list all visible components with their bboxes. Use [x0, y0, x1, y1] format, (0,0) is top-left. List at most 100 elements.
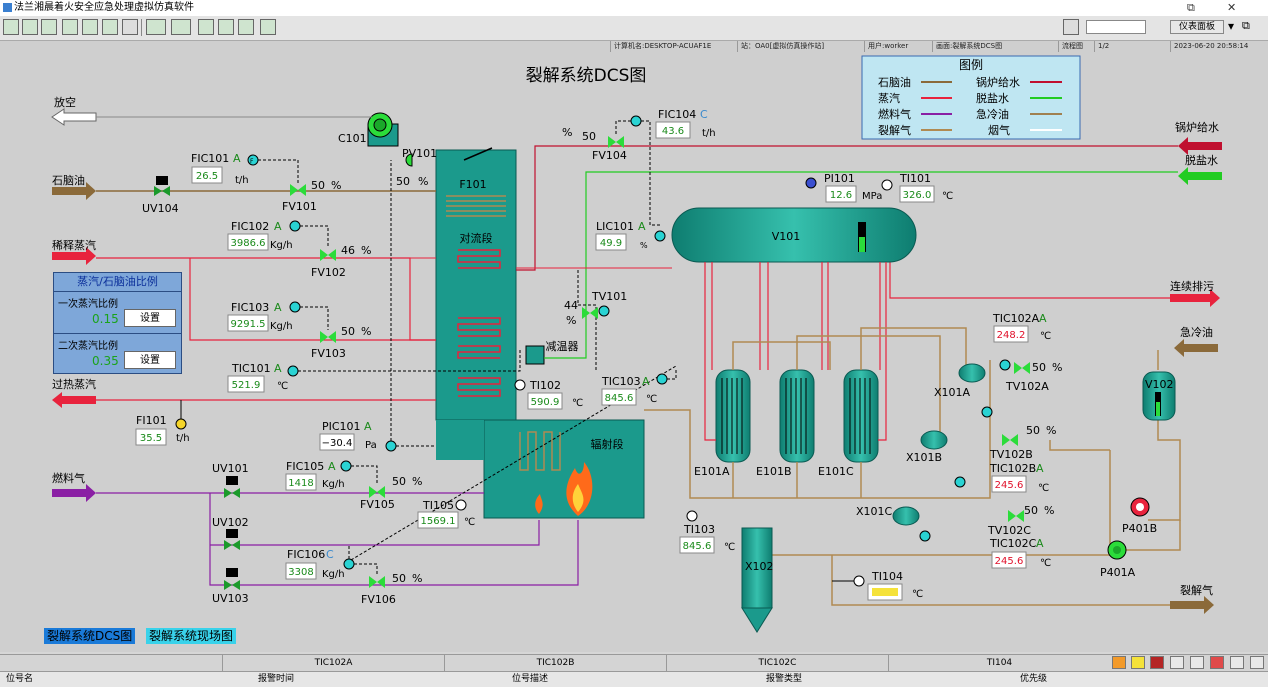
valve-uv102[interactable]: [224, 540, 240, 550]
ti103-block[interactable]: TI103 845.6 ℃: [679, 510, 735, 554]
report-icon-2[interactable]: [1210, 656, 1224, 669]
fan-c101[interactable]: C101: [338, 112, 399, 147]
bfw-inlet: 锅炉给水: [1175, 121, 1222, 155]
fic102-block[interactable]: FIC102 A 3986.6 Kg/h FV102 46 %: [227, 220, 371, 279]
trash-icon[interactable]: [122, 19, 138, 35]
nav-field-button[interactable]: 裂解系统现场图: [146, 628, 237, 644]
window-icon[interactable]: ⧉: [1242, 19, 1258, 35]
nav-dcs-button[interactable]: 裂解系统DCS图: [44, 628, 136, 644]
secondary-ratio-set-button[interactable]: 设置: [124, 351, 176, 369]
e101b-label: E101B: [756, 465, 792, 478]
tic102b-block[interactable]: TIC102B A 245.6 ℃ TV102B 50 %: [954, 424, 1056, 494]
ti105-block[interactable]: TI105 1569.1 ℃: [417, 499, 475, 529]
grid-icon[interactable]: [22, 19, 38, 35]
alarm-tag-3[interactable]: TIC102C: [666, 655, 888, 671]
alarm-tag-2[interactable]: TIC102B: [444, 655, 666, 671]
svg-text:50: 50: [392, 475, 406, 488]
vessel-v102[interactable]: V102: [1142, 371, 1176, 421]
alarm-bell-icon[interactable]: [1112, 656, 1126, 669]
alarm-list-icon[interactable]: [1150, 656, 1164, 669]
svg-text:%: %: [566, 314, 576, 327]
status-screen: 画面:裂解系统DCS图: [936, 42, 1003, 50]
valve-uv103[interactable]: [224, 580, 240, 590]
list-icon[interactable]: [41, 19, 57, 35]
close-icon[interactable]: ✕: [1227, 0, 1236, 16]
primary-ratio-set-button[interactable]: 设置: [124, 309, 176, 327]
fan-label: C101: [338, 132, 367, 145]
ti101-block[interactable]: TI101 326.0 ℃: [881, 172, 953, 203]
svg-text:FV102: FV102: [311, 266, 346, 279]
valve-uv104[interactable]: [154, 186, 170, 196]
svg-text:%: %: [361, 325, 371, 338]
fi101-block[interactable]: FI101 35.5 t/h: [135, 400, 190, 446]
svg-text:26.5: 26.5: [196, 171, 218, 182]
exchanger-e101a[interactable]: E101A: [694, 369, 751, 478]
forward-arrow-icon[interactable]: [171, 19, 191, 35]
status-user: 用户:worker: [868, 42, 909, 50]
instrument-panel-dropdown[interactable]: 仪表面板: [1170, 20, 1224, 34]
tic103-block[interactable]: TIC103 A 845.6 ℃: [601, 370, 677, 406]
restore-icon[interactable]: ⧉: [1187, 0, 1195, 16]
svg-text:℃: ℃: [1040, 331, 1051, 342]
fic101-block[interactable]: FIC101 A 26.5 t/h F FV101 50 %: [191, 152, 341, 213]
alarm-tag-4[interactable]: TI104: [888, 655, 1110, 671]
hmi-canvas: 裂解系统DCS图 图例 石脑油 锅炉给水 蒸汽 脱盐水 燃料气 急冷油 裂解气 …: [0, 52, 1268, 652]
page-next-icon[interactable]: [218, 19, 234, 35]
valve-uv101[interactable]: [224, 488, 240, 498]
ti102-block[interactable]: TI102 590.9 ℃: [514, 379, 583, 410]
pi101-block[interactable]: PI101 12.6 MPa: [805, 172, 882, 203]
fic103-block[interactable]: FIC103 A 9291.5 Kg/h FV103 50 %: [227, 301, 371, 360]
svg-text:A: A: [1036, 537, 1044, 550]
fuel-gas-label: 燃料气: [52, 471, 85, 485]
home-icon[interactable]: [3, 19, 19, 35]
svg-text:FIC104: FIC104: [658, 108, 696, 121]
fuel-gas-inlet: 燃料气: [52, 471, 96, 502]
alarm-tag-1[interactable]: TIC102A: [222, 655, 444, 671]
grid-view-icon[interactable]: [1230, 656, 1244, 669]
svg-text:℃: ℃: [1038, 483, 1049, 494]
tic102a-block[interactable]: TIC102A A 248.2 ℃ TV102A 50 %: [981, 312, 1062, 418]
bfw-label: 锅炉给水: [1175, 121, 1219, 134]
fic104-block[interactable]: FIC104 C 43.6 t/h FV104 50 %: [562, 108, 716, 226]
chart-icon[interactable]: [62, 19, 78, 35]
x102[interactable]: X102: [741, 527, 774, 633]
x101b[interactable]: [920, 430, 948, 450]
pic101-block[interactable]: PIC101 A −30.4 Pa: [319, 160, 436, 452]
printer-icon[interactable]: [1063, 19, 1079, 35]
settings-icon[interactable]: [1250, 656, 1264, 669]
fic105-block[interactable]: FIC105 A 1418 Kg/h FV105 50 %: [285, 460, 422, 511]
x101c[interactable]: [892, 506, 920, 526]
svg-text:TIC102C: TIC102C: [989, 537, 1037, 550]
desuperheater-label: 减温器: [546, 340, 579, 353]
desuperheater[interactable]: [525, 345, 545, 365]
tv101-block[interactable]: TV101 44 %: [564, 270, 627, 370]
search-input[interactable]: [1086, 20, 1146, 34]
keyboard-icon[interactable]: [1190, 656, 1204, 669]
svg-text:TV101: TV101: [591, 290, 627, 303]
steam-drum-v101[interactable]: V101: [671, 207, 917, 263]
acknowledge-icon[interactable]: [1131, 656, 1145, 669]
svg-text:TIC102B: TIC102B: [989, 462, 1036, 475]
x101c-label: X101C: [856, 505, 893, 518]
help-icon[interactable]: [260, 19, 276, 35]
exchanger-e101c[interactable]: E101C: [818, 369, 879, 478]
svg-text:TI105: TI105: [422, 499, 454, 512]
ti104-block[interactable]: TI104 ℃: [832, 570, 923, 601]
svg-text:%: %: [1052, 361, 1062, 374]
svg-text:50: 50: [582, 130, 596, 143]
page-prev-icon[interactable]: [198, 19, 214, 35]
quench-oil-inlet: 急冷油: [1174, 325, 1218, 357]
x101a[interactable]: [958, 363, 986, 383]
svg-text:Kg/h: Kg/h: [322, 479, 345, 490]
table-icon[interactable]: [82, 19, 98, 35]
desalted-water-inlet: 脱盐水: [1178, 153, 1222, 185]
exchanger-e101b[interactable]: E101B: [756, 369, 815, 478]
vent-arrow: 放空: [51, 95, 97, 126]
furnace-f101[interactable]: F101 对流段 辐射段: [435, 147, 645, 519]
tic102c-block[interactable]: TIC102C A 245.6 ℃ TV102C 50 %: [919, 504, 1054, 569]
back-arrow-icon[interactable]: [146, 19, 166, 35]
print-icon[interactable]: [1170, 656, 1184, 669]
report-icon[interactable]: [238, 19, 254, 35]
panel-icon[interactable]: [102, 19, 118, 35]
pv101-block[interactable]: PV101 50 %: [396, 147, 437, 188]
